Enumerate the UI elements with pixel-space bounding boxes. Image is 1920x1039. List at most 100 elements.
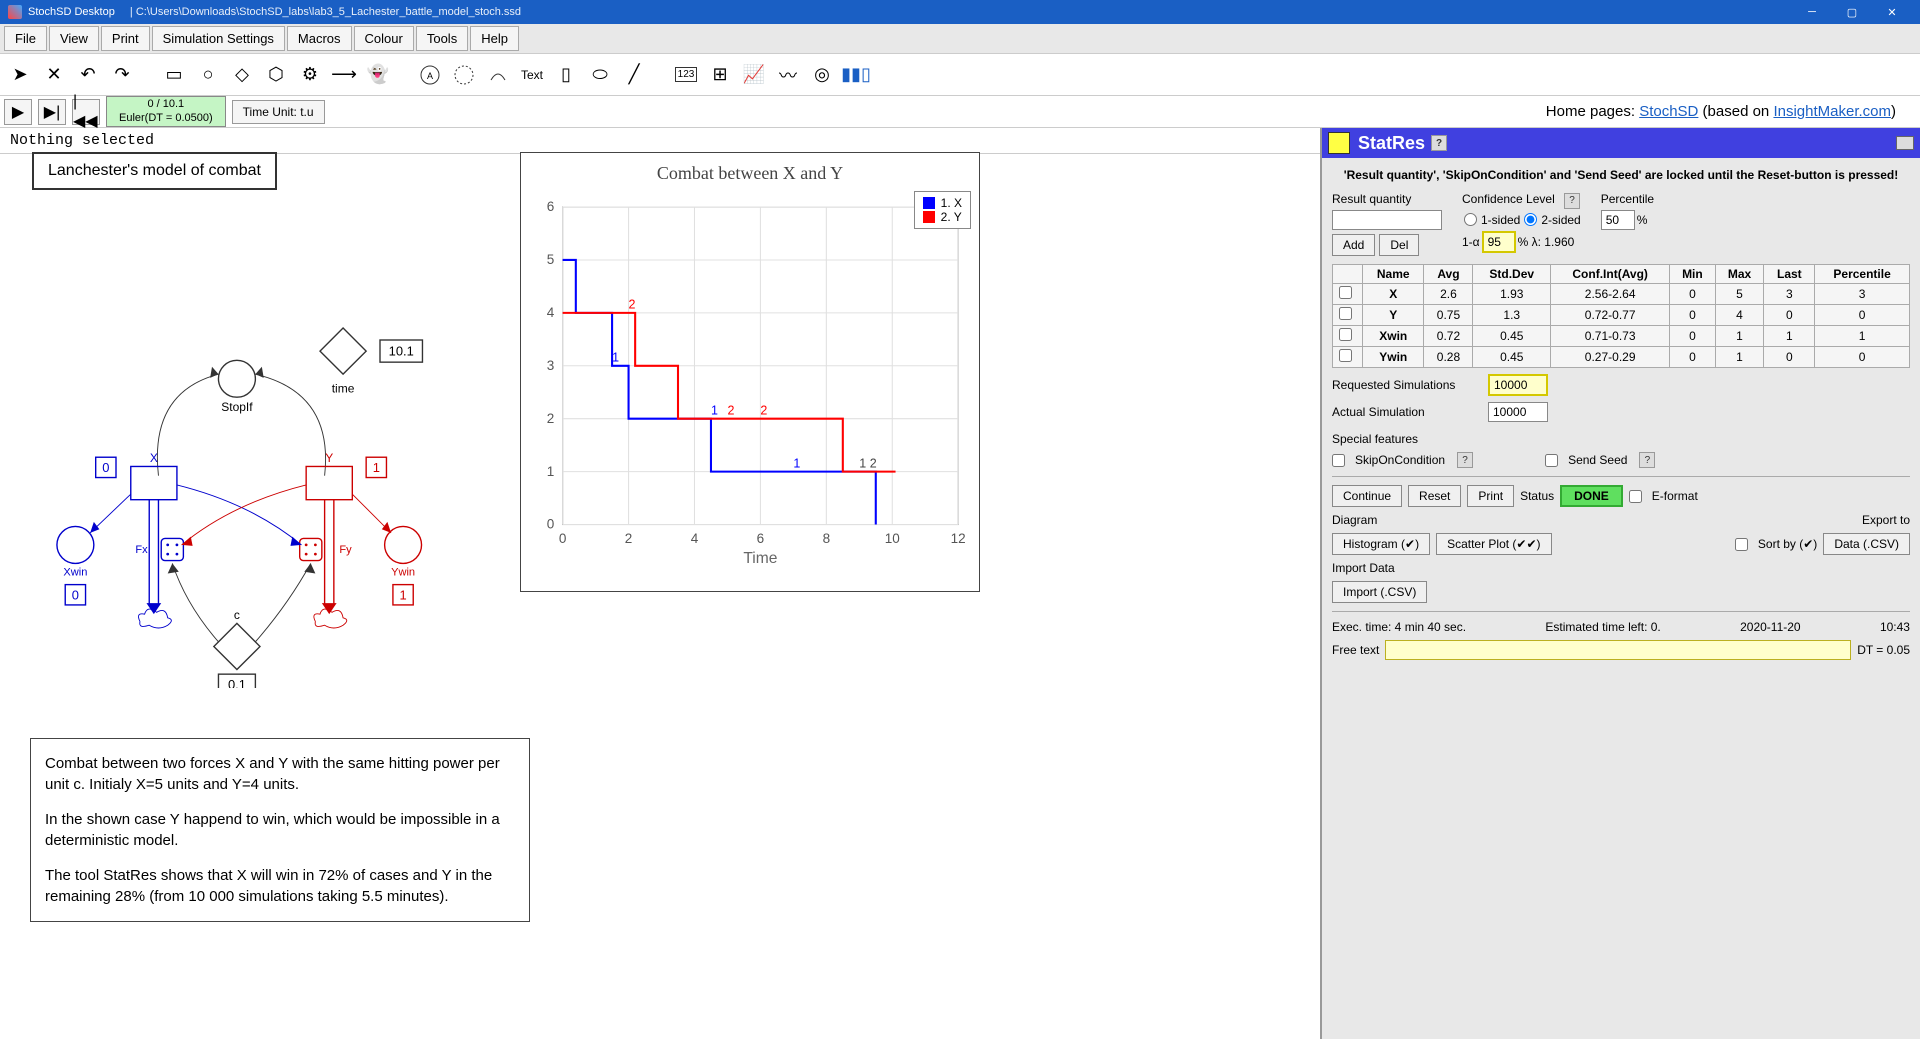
- print-button[interactable]: Print: [1467, 485, 1514, 507]
- line-tool[interactable]: ╱: [618, 59, 650, 91]
- menu-simulation-settings[interactable]: Simulation Settings: [152, 26, 285, 51]
- table-row[interactable]: Y0.751.30.72-0.770400: [1333, 305, 1910, 326]
- number-box-tool[interactable]: 123: [670, 59, 702, 91]
- link-a-tool[interactable]: A: [414, 59, 446, 91]
- svg-text:StopIf: StopIf: [221, 400, 253, 414]
- free-text-input[interactable]: [1385, 640, 1851, 660]
- toolbar: ➤ ✕ ↶ ↷ ▭ ○ ◇ ⬡ ⚙ ⟶ 👻 A Text ▯ ⬭ ╱ 123 ⊞…: [0, 54, 1920, 96]
- seed-checkbox[interactable]: [1545, 454, 1558, 467]
- statres-minimize-button[interactable]: [1896, 136, 1914, 150]
- svg-text:2: 2: [727, 404, 734, 418]
- redo-tool[interactable]: ↷: [106, 59, 138, 91]
- svg-text:Fy: Fy: [339, 544, 352, 556]
- link-c-tool[interactable]: [482, 59, 514, 91]
- svg-text:1: 1: [373, 460, 380, 475]
- delete-tool[interactable]: ✕: [38, 59, 70, 91]
- line-chart-tool[interactable]: 📈: [738, 59, 770, 91]
- sort-checkbox[interactable]: [1735, 538, 1748, 551]
- text-tool[interactable]: Text: [516, 59, 548, 91]
- menu-macros[interactable]: Macros: [287, 26, 352, 51]
- histogram-button[interactable]: Histogram (✔): [1332, 533, 1430, 555]
- svg-text:1 2: 1 2: [859, 456, 876, 470]
- skip-help-button[interactable]: ?: [1457, 452, 1473, 468]
- data-csv-button[interactable]: Data (.CSV): [1823, 533, 1910, 555]
- desc-p1: Combat between two forces X and Y with t…: [45, 753, 515, 795]
- row-checkbox[interactable]: [1339, 307, 1352, 320]
- diamond-tool[interactable]: ◇: [226, 59, 258, 91]
- stats-table: NameAvgStd.DevConf.Int(Avg)MinMaxLastPer…: [1332, 264, 1910, 368]
- stochsd-link[interactable]: StochSD: [1639, 103, 1698, 120]
- pointer-tool[interactable]: ➤: [4, 59, 36, 91]
- svg-text:Ywin: Ywin: [391, 566, 415, 578]
- scatter-button[interactable]: Scatter Plot (✔✔): [1436, 533, 1551, 555]
- table-tool[interactable]: ⊞: [704, 59, 736, 91]
- histogram-tool[interactable]: ▮▮▯: [840, 59, 872, 91]
- time: 10:43: [1880, 620, 1910, 634]
- statres-warning: 'Result quantity', 'SkipOnCondition' and…: [1332, 164, 1910, 186]
- continue-button[interactable]: Continue: [1332, 485, 1402, 507]
- alpha-input[interactable]: [1482, 231, 1516, 253]
- eformat-checkbox[interactable]: [1629, 490, 1642, 503]
- canvas[interactable]: Nothing selected Lanchester's model of c…: [0, 128, 1320, 1039]
- menu-file[interactable]: File: [4, 26, 47, 51]
- rewind-button[interactable]: |◀◀: [72, 99, 100, 125]
- model-title[interactable]: Lanchester's model of combat: [32, 152, 277, 190]
- maximize-button[interactable]: ▢: [1832, 0, 1872, 24]
- gear-tool[interactable]: ⚙: [294, 59, 326, 91]
- row-checkbox[interactable]: [1339, 349, 1352, 362]
- chart-plot: 02468101201234561212211 2Time: [521, 194, 979, 574]
- menu-tools[interactable]: Tools: [416, 26, 468, 51]
- circle-tool[interactable]: ○: [192, 59, 224, 91]
- time-unit[interactable]: Time Unit: t.u: [232, 100, 325, 124]
- svg-text:1: 1: [793, 456, 800, 470]
- one-sided-radio[interactable]: [1464, 213, 1477, 226]
- table-row[interactable]: Ywin0.280.450.27-0.290100: [1333, 347, 1910, 368]
- row-checkbox[interactable]: [1339, 328, 1352, 341]
- svg-text:A: A: [427, 71, 433, 81]
- hexagon-tool[interactable]: ⬡: [260, 59, 292, 91]
- row-checkbox[interactable]: [1339, 286, 1352, 299]
- chart-panel[interactable]: Combat between X and Y 02468101201234561…: [520, 152, 980, 592]
- table-row[interactable]: Xwin0.720.450.71-0.730111: [1333, 326, 1910, 347]
- table-row[interactable]: X2.61.932.56-2.640533: [1333, 284, 1910, 305]
- date: 2020-11-20: [1740, 620, 1801, 634]
- insightmaker-link[interactable]: InsightMaker.com: [1773, 103, 1891, 120]
- svg-text:c: c: [234, 608, 240, 622]
- svg-text:4: 4: [547, 305, 555, 320]
- import-csv-button[interactable]: Import (.CSV): [1332, 581, 1427, 603]
- menubar: File View Print Simulation Settings Macr…: [0, 24, 1920, 54]
- requested-sims-input[interactable]: [1488, 374, 1548, 396]
- model-diagram[interactable]: time 10.1 StopIf X 0 Y: [20, 208, 500, 688]
- step-button[interactable]: ▶|: [38, 99, 66, 125]
- flow-tool[interactable]: ⟶: [328, 59, 360, 91]
- skip-checkbox[interactable]: [1332, 454, 1345, 467]
- conf-help-button[interactable]: ?: [1564, 193, 1580, 209]
- menu-colour[interactable]: Colour: [354, 26, 414, 51]
- seed-help-button[interactable]: ?: [1639, 452, 1655, 468]
- stock-tool[interactable]: ▭: [158, 59, 190, 91]
- menu-help[interactable]: Help: [470, 26, 519, 51]
- close-button[interactable]: ✕: [1872, 0, 1912, 24]
- link-b-tool[interactable]: [448, 59, 480, 91]
- ellipse-frame-tool[interactable]: ⬭: [584, 59, 616, 91]
- add-button[interactable]: Add: [1332, 234, 1375, 256]
- scatter-tool[interactable]: ◎: [806, 59, 838, 91]
- ghost-tool[interactable]: 👻: [362, 59, 394, 91]
- undo-tool[interactable]: ↶: [72, 59, 104, 91]
- menu-print[interactable]: Print: [101, 26, 150, 51]
- svg-text:0.1: 0.1: [228, 677, 246, 688]
- statres-help-button[interactable]: ?: [1431, 135, 1447, 151]
- svg-text:0: 0: [102, 460, 109, 475]
- result-quantity-input[interactable]: [1332, 210, 1442, 230]
- play-button[interactable]: ▶: [4, 99, 32, 125]
- menu-view[interactable]: View: [49, 26, 99, 51]
- svg-text:2: 2: [547, 411, 555, 426]
- description-box[interactable]: Combat between two forces X and Y with t…: [30, 738, 530, 922]
- reset-button[interactable]: Reset: [1408, 485, 1461, 507]
- del-button[interactable]: Del: [1379, 234, 1419, 256]
- rect-frame-tool[interactable]: ▯: [550, 59, 582, 91]
- minimize-button[interactable]: ─: [1792, 0, 1832, 24]
- two-sided-radio[interactable]: [1524, 213, 1537, 226]
- percentile-input[interactable]: [1601, 210, 1635, 230]
- multi-chart-tool[interactable]: 〰: [772, 59, 804, 91]
